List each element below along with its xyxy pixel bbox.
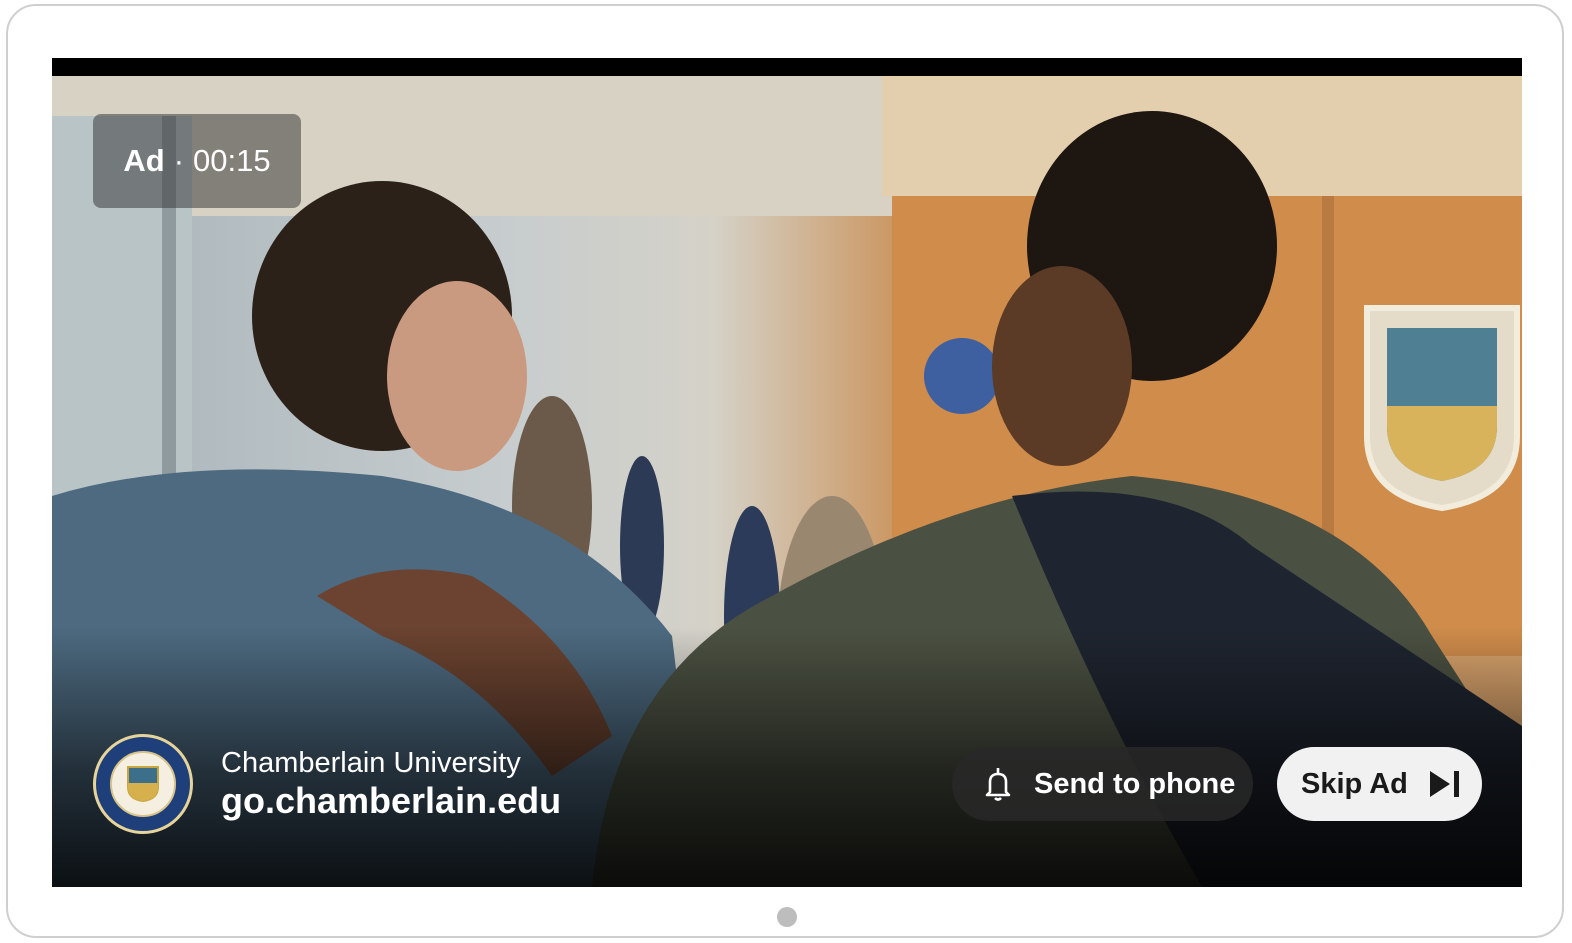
send-to-phone-label: Send to phone: [1034, 767, 1236, 800]
send-to-phone-button[interactable]: Send to phone: [952, 747, 1253, 821]
advertiser-url[interactable]: go.chamberlain.edu: [221, 780, 561, 822]
video-player[interactable]: Ad · 00:15 Chamberlain University go.cha…: [52, 58, 1522, 887]
skip-next-icon: [1429, 771, 1459, 797]
skip-ad-label: Skip Ad: [1301, 767, 1408, 800]
seal-shield: [110, 751, 176, 817]
advertiser-name: Chamberlain University: [221, 747, 521, 779]
ad-time-remaining: 00:15: [193, 143, 271, 178]
ad-countdown-badge: Ad · 00:15: [93, 114, 301, 208]
university-seal-icon[interactable]: [93, 734, 193, 834]
advertiser-text-block: Chamberlain University go.chamberlain.ed…: [221, 746, 561, 822]
ad-separator: ·: [173, 143, 185, 178]
bell-icon: [985, 768, 1011, 801]
skip-ad-button[interactable]: Skip Ad: [1277, 747, 1482, 821]
advertiser-info[interactable]: Chamberlain University go.chamberlain.ed…: [93, 734, 561, 834]
ad-label: Ad: [123, 143, 165, 178]
page-indicator-dot: [777, 907, 797, 927]
shield-icon: [127, 766, 159, 803]
